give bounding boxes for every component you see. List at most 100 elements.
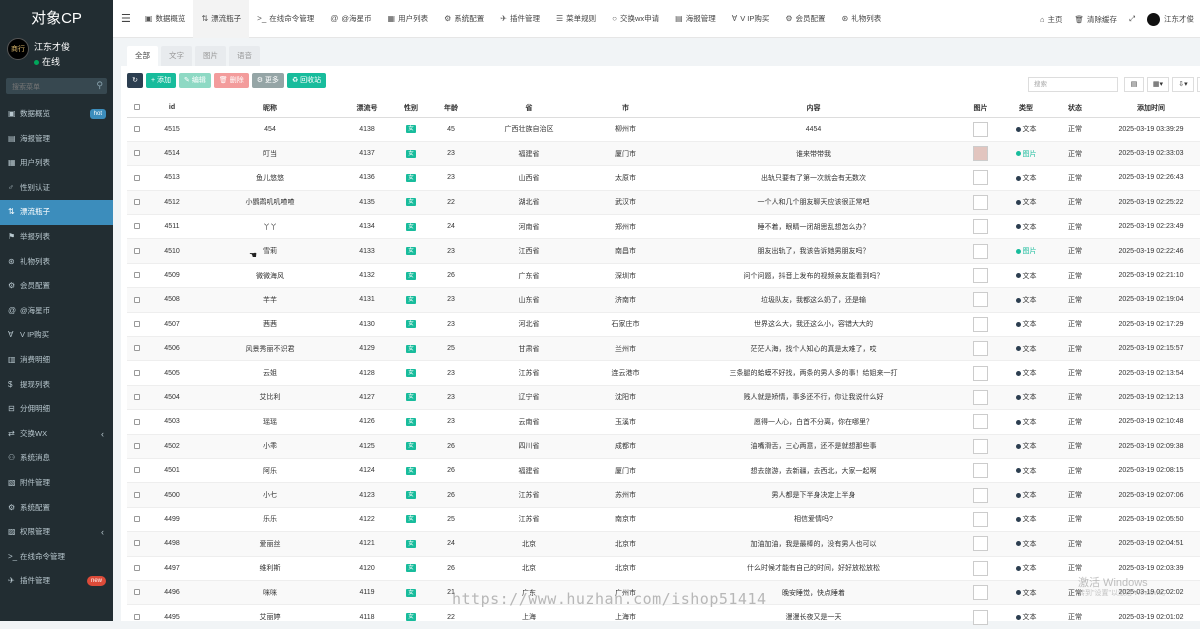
sidebar-item-3[interactable]: ♂ 性别认证 — [0, 176, 113, 201]
top-tab-11[interactable]: ⚙ 会员配置 — [777, 0, 833, 38]
sidebar-item-14[interactable]: ⚇ 系统消息 — [0, 446, 113, 471]
fullscreen-icon[interactable]: ⤢ — [1123, 14, 1141, 24]
tab-0[interactable]: 全部 — [127, 46, 158, 66]
sidebar-item-6[interactable]: ⊛ 礼物列表 — [0, 250, 113, 275]
search-icon[interactable]: ⚲ — [96, 80, 103, 91]
sidebar-item-5[interactable]: ⚑ 举报列表 — [0, 225, 113, 250]
row-checkbox[interactable] — [134, 613, 140, 620]
thumbnail-image[interactable] — [973, 243, 988, 259]
top-tab-10[interactable]: ∀ V IP购买 — [724, 0, 778, 38]
table-row[interactable]: 4497 维利斯 4120 女 26 北京 北京市 什么时候才能有自己的时间，好好放松放松 文本… — [127, 555, 1200, 581]
row-checkbox[interactable] — [134, 320, 140, 327]
top-tab-3[interactable]: @ @海星币 — [322, 0, 379, 38]
thumbnail-image[interactable] — [973, 170, 988, 186]
sidebar-item-17[interactable]: ▨ 权限管理 ‹ — [0, 520, 113, 545]
top-tab-1[interactable]: ⇅ 漂流瓶子 — [193, 0, 250, 38]
more-button[interactable]: ⚙ 更多 — [251, 73, 284, 88]
sidebar-item-9[interactable]: ∀ V IP购买 — [0, 323, 113, 348]
thumbnail-image[interactable] — [973, 146, 988, 162]
sidebar-item-7[interactable]: ⚙ 会员配置 — [0, 274, 113, 299]
top-tab-7[interactable]: ☰ 菜单规则 — [548, 0, 604, 38]
row-checkbox[interactable] — [134, 491, 140, 498]
thumbnail-image[interactable] — [973, 560, 988, 576]
column-header[interactable] — [127, 99, 147, 118]
user-menu[interactable]: 江东才俊 — [1141, 12, 1200, 26]
row-checkbox[interactable] — [134, 516, 140, 523]
top-tab-12[interactable]: ⊛ 礼物列表 — [834, 0, 890, 38]
row-checkbox[interactable] — [134, 174, 140, 181]
table-row[interactable]: 4510 雪莉 4133 女 23 江西省 南昌市 朋友出轨了，我该告诉她男朋友吗？ 图片 正常 2… — [127, 238, 1200, 264]
avatar[interactable]: 商行 — [7, 38, 29, 60]
recycle-bin-button[interactable]: ♻ 回收站 — [286, 73, 327, 88]
select-all-checkbox[interactable] — [134, 104, 140, 111]
sidebar-item-16[interactable]: ⚙ 系统配置 — [0, 496, 113, 521]
tab-2[interactable]: 图片 — [195, 46, 226, 66]
thumbnail-image[interactable] — [973, 585, 988, 601]
row-checkbox[interactable] — [134, 442, 140, 449]
row-checkbox[interactable] — [134, 199, 140, 206]
table-row[interactable]: 4506 风景秀丽不识君 4129 女 25 甘肃省 兰州市 茫茫人海，找个人知心的真是太难了… — [127, 336, 1200, 361]
sidebar-item-11[interactable]: $ 提现列表 — [0, 373, 113, 398]
table-row[interactable]: 4501 阿乐 4124 女 26 福建省 厦门市 想去旅游，去新疆，去西北，大家一起啊 文本 正… — [127, 457, 1200, 483]
table-row[interactable]: 4495 艾丽婷 4118 女 22 上海 上海市 漫漫长夜又是一天 文本 正常 2025-03-1… — [127, 604, 1200, 629]
thumbnail-image[interactable] — [973, 389, 988, 405]
table-row[interactable]: 4513 鱼儿悠悠 4136 女 23 山西省 太原市 出轨只要有了第一次就会有无数次 文本 正常… — [127, 165, 1200, 191]
top-tab-2[interactable]: >_ 在线命令管理 — [249, 0, 322, 38]
top-tab-0[interactable]: ▣ 数据概览 — [137, 0, 194, 38]
top-tab-4[interactable]: ▦ 用户列表 — [380, 0, 437, 38]
table-row[interactable]: 4499 乐乐 4122 女 25 江苏省 南京市 相信爱情吗? 文本 正常 2025-03-19 … — [127, 506, 1200, 532]
table-row[interactable]: 4511 丫丫 4134 女 24 河南省 郑州市 睡不着，眼睛一闭胡思乱想怎么办？ 文本 正常 2… — [127, 214, 1200, 239]
table-row[interactable]: 4509 微微海风 4132 女 26 广东省 深圳市 问个问题，抖音上发布的视频亲友能看到吗… — [127, 262, 1200, 288]
top-tab-6[interactable]: ✈ 插件管理 — [492, 0, 548, 38]
thumbnail-image[interactable] — [973, 194, 988, 210]
thumbnail-image[interactable] — [973, 609, 988, 625]
row-checkbox[interactable] — [134, 125, 140, 132]
thumbnail-image[interactable] — [973, 292, 988, 308]
table-row[interactable]: 4514 叮当 4137 女 23 福建省 厦门市 谁来带带我 图片 正常 2025-03-19 0… — [127, 140, 1200, 166]
row-checkbox[interactable] — [134, 223, 140, 230]
home-link[interactable]: ⌂ 主页 — [1034, 14, 1069, 25]
sidebar-item-13[interactable]: ⇄ 交换WX ‹ — [0, 422, 113, 447]
table-row[interactable]: 4515 454 4138 女 45 广西壮族自治区 柳州市 4454 文本 正常 2025-03-… — [127, 116, 1200, 142]
table-row[interactable]: 4502 小乖 4125 女 26 四川省 成都市 油嘴滑舌，三心两意，还不是就想那些事 文本 正… — [127, 433, 1200, 459]
edit-button[interactable]: ✎ 编辑 — [179, 73, 211, 88]
row-checkbox[interactable] — [134, 345, 140, 352]
table-row[interactable]: 4500 小七 4123 女 26 江苏省 苏州市 男人都是下半身决定上半身 文本 正常 2025-… — [127, 482, 1200, 508]
refresh-button[interactable]: ↻ — [127, 73, 143, 88]
columns-toggle-icon[interactable]: ▦▾ — [1147, 77, 1169, 92]
delete-button[interactable]: 🗑 删除 — [213, 73, 249, 88]
tab-3[interactable]: 语音 — [229, 46, 260, 66]
thumbnail-image[interactable] — [973, 219, 988, 235]
tab-1[interactable]: 文字 — [161, 46, 192, 66]
table-row[interactable]: 4505 云姐 4128 女 23 江苏省 连云港市 三条腿的蛤蟆不好找，两条的男人多的事！给… — [127, 360, 1200, 386]
menu-toggle-icon[interactable]: ☰ — [113, 0, 137, 38]
thumbnail-image[interactable] — [973, 463, 988, 479]
row-checkbox[interactable] — [134, 296, 140, 303]
row-checkbox[interactable] — [134, 589, 140, 596]
table-row[interactable]: 4508 芊芊 4131 女 23 山东省 济南市 垃圾队友，我都这么奶了，还是输 文本 正常 20… — [127, 287, 1200, 313]
row-checkbox[interactable] — [134, 394, 140, 401]
sidebar-item-8[interactable]: @ @海星币 — [0, 299, 113, 324]
row-checkbox[interactable] — [134, 564, 140, 571]
sidebar-search-input[interactable] — [6, 79, 107, 96]
sidebar-item-2[interactable]: ▦ 用户列表 — [0, 151, 113, 176]
row-checkbox[interactable] — [134, 467, 140, 474]
row-checkbox[interactable] — [134, 150, 140, 157]
thumbnail-image[interactable] — [973, 414, 988, 430]
table-row[interactable]: 4498 爱丽丝 4121 女 24 北京 北京市 加油加油，我是最棒的，没有男人也可以 文本 正… — [127, 531, 1200, 557]
sidebar-item-18[interactable]: >_ 在线命令管理 — [0, 545, 113, 570]
sidebar-item-15[interactable]: ▧ 附件管理 — [0, 471, 113, 496]
card-view-icon[interactable]: ▤ — [1124, 77, 1144, 92]
top-tab-8[interactable]: ○ 交换wx申请 — [604, 0, 667, 38]
thumbnail-image[interactable] — [973, 341, 988, 357]
top-tab-9[interactable]: ▤ 海报管理 — [667, 0, 724, 38]
brand-logo[interactable]: 对象CP — [0, 0, 113, 38]
clear-cache-button[interactable]: 🗑 清除缓存 — [1068, 14, 1123, 25]
thumbnail-image[interactable] — [973, 487, 988, 503]
sidebar-item-0[interactable]: ▣ 数据概览 hot — [0, 102, 113, 127]
thumbnail-image[interactable] — [973, 268, 988, 284]
row-checkbox[interactable] — [134, 540, 140, 547]
top-tab-5[interactable]: ⚙ 系统配置 — [436, 0, 492, 38]
thumbnail-image[interactable] — [973, 316, 988, 332]
sidebar-item-19[interactable]: ✈ 插件管理 new — [0, 569, 113, 594]
